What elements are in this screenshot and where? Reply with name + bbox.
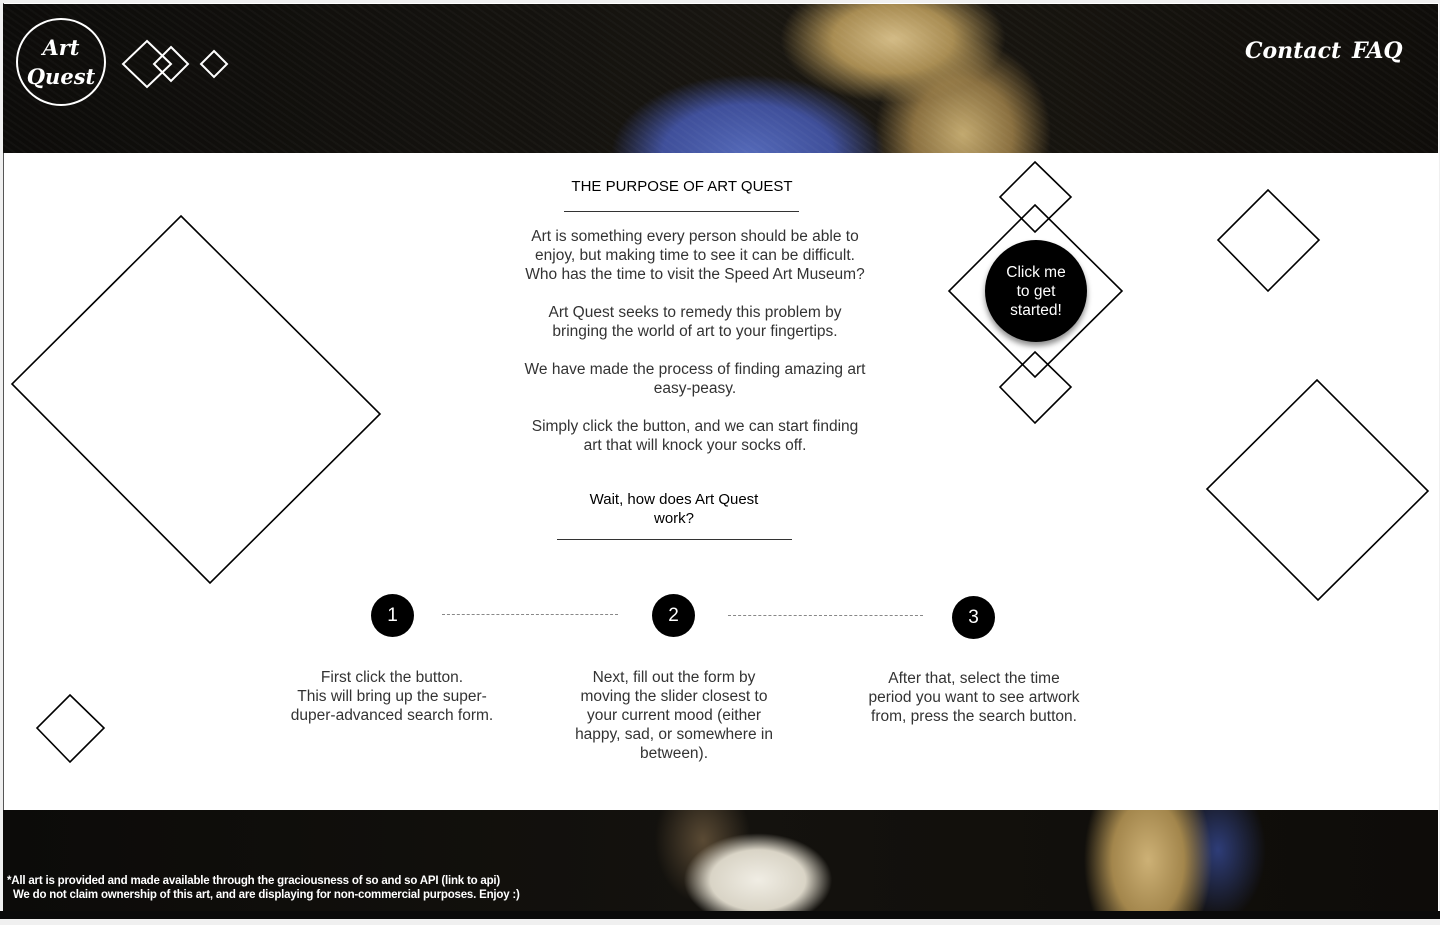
cta-diamond-bottom <box>998 350 1073 425</box>
step-connector-1 <box>442 614 618 615</box>
step-3-badge: 3 <box>952 596 995 639</box>
footer-disclaimer: *All art is provided and made available … <box>7 875 520 901</box>
purpose-paragraph-3: We have made the process of finding amaz… <box>524 361 866 397</box>
purpose-paragraph-4: Simply click the button, and we can star… <box>531 418 859 454</box>
diamond-right-top <box>1216 188 1321 293</box>
nav-faq-link[interactable]: FAQ <box>1352 38 1403 64</box>
logo-text-line1: Art <box>42 35 80 60</box>
site-logo[interactable]: Art Quest <box>16 18 106 106</box>
how-it-works-underline <box>557 539 792 540</box>
step-connector-2 <box>728 615 923 616</box>
large-diamond-left <box>10 214 382 585</box>
cta-diamond-top <box>998 160 1073 234</box>
bottom-bar <box>0 911 1440 919</box>
purpose-paragraph-2: Art Quest seeks to remedy this problem b… <box>548 304 842 340</box>
get-started-button[interactable]: Click me to get started! <box>985 240 1087 342</box>
how-it-works-title: Wait, how does Art Quest work? <box>589 491 759 527</box>
step-1-description: First click the button. This will bring … <box>290 669 494 724</box>
purpose-paragraph-1: Art is something every person should be … <box>525 228 865 283</box>
step-2-badge: 2 <box>652 594 695 637</box>
small-diamond-bottom-left <box>35 693 106 764</box>
step-3-description: After that, select the time period you w… <box>868 670 1080 725</box>
diamond-right-large <box>1205 378 1430 602</box>
purpose-title-underline <box>564 211 799 212</box>
header-diamond-icons <box>121 39 229 89</box>
purpose-title: THE PURPOSE OF ART QUEST <box>571 178 793 195</box>
decorative-diamonds <box>10 160 1430 764</box>
nav-contact-link[interactable]: Contact <box>1245 38 1341 64</box>
step-1-badge: 1 <box>371 594 414 637</box>
step-2-description: Next, fill out the form by moving the sl… <box>575 669 773 762</box>
logo-text-line2: Quest <box>26 64 96 89</box>
